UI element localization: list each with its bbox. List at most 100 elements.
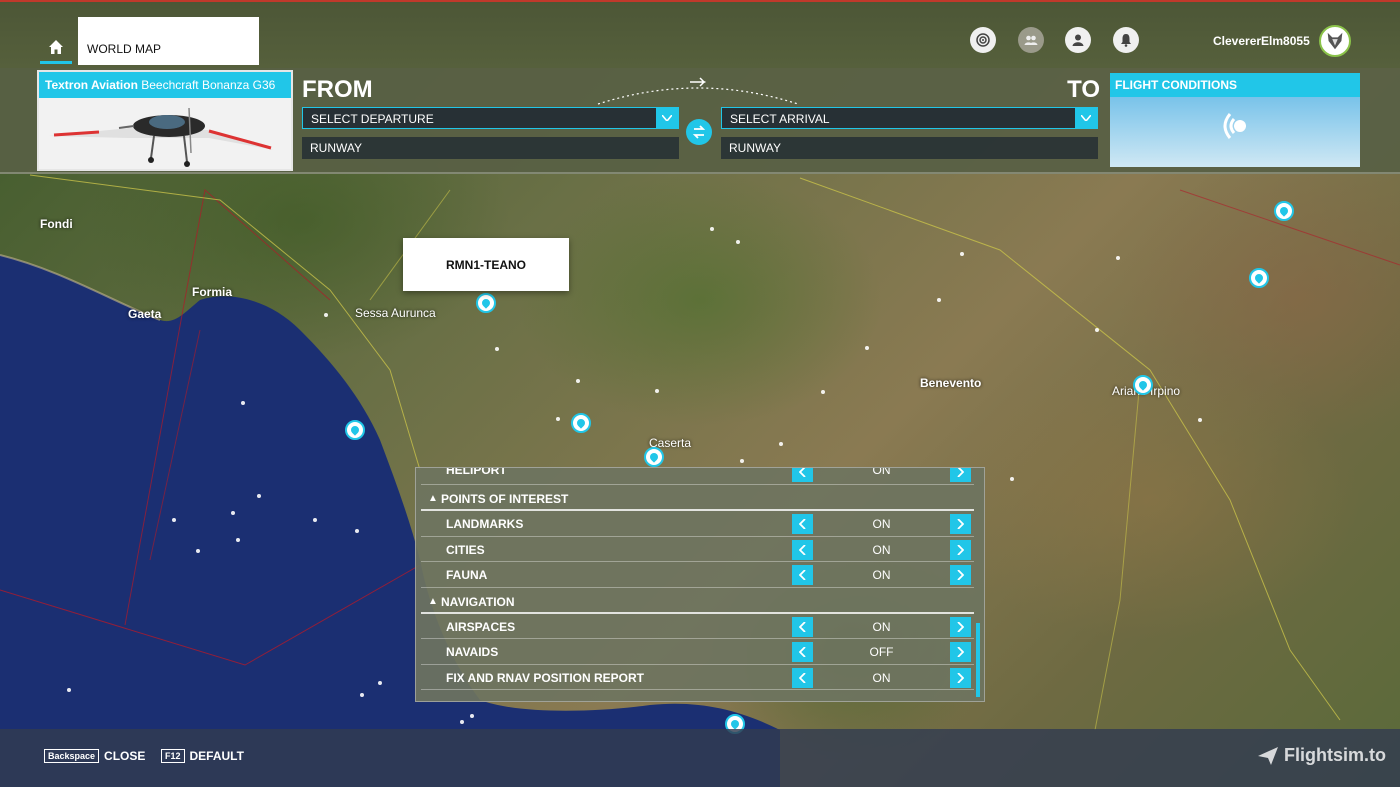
arrival-runway-select[interactable]: RUNWAY (721, 137, 1098, 159)
city-label-benevento: Benevento (920, 376, 982, 390)
option-row-airspaces: AIRSPACES ON (421, 614, 974, 639)
route-arc (597, 77, 799, 105)
chevron-up-icon: ▲ (428, 595, 438, 607)
top-navigation-bar: WORLD MAP ClevererElm8055 (0, 0, 1400, 68)
paper-plane-icon (1258, 746, 1278, 765)
default-button[interactable]: F12 DEFAULT (161, 749, 244, 763)
aircraft-title: Textron Aviation Beechcraft Bonanza G36 (39, 72, 291, 98)
chevron-right-icon[interactable] (950, 539, 971, 560)
chevron-right-icon[interactable] (950, 616, 971, 637)
chevron-right-icon[interactable] (950, 514, 971, 534)
city-label-gaeta: Gaeta (128, 307, 162, 321)
airport-popup[interactable]: RMN1-TEANO (403, 238, 569, 291)
departure-runway-label: RUNWAY (310, 141, 362, 155)
radar-button[interactable] (970, 27, 996, 53)
swap-icon (692, 125, 706, 139)
departure-runway-select[interactable]: RUNWAY (302, 137, 679, 159)
flight-conditions-button[interactable]: FLIGHT CONDITIONS (1110, 73, 1360, 167)
option-label: FAUNA (446, 568, 488, 582)
option-row-heliport: HELIPORT ON (421, 468, 974, 485)
map-pin-icon[interactable] (476, 293, 496, 313)
map-pin-icon[interactable] (1274, 201, 1294, 221)
flight-conditions-title: FLIGHT CONDITIONS (1110, 73, 1360, 97)
option-value: ON (872, 467, 891, 477)
notifications-button[interactable] (1113, 27, 1139, 53)
to-label: TO (1067, 76, 1100, 103)
bottom-hint-bar: Backspace CLOSE F12 DEFAULT Flightsim.to (0, 729, 1400, 787)
key-badge: Backspace (44, 749, 100, 763)
tab-world-map-label: WORLD MAP (87, 42, 162, 56)
home-button[interactable] (40, 32, 72, 64)
map-pin-icon[interactable] (345, 420, 365, 440)
section-header-points-of-interest[interactable]: ▲ POINTS OF INTEREST (421, 485, 974, 511)
city-label-fondi: Fondi (40, 217, 73, 231)
chevron-down-icon[interactable] (1075, 108, 1097, 128)
aircraft-image (39, 98, 291, 169)
map-pin-icon[interactable] (1249, 268, 1269, 288)
chevron-right-icon[interactable] (950, 642, 971, 662)
chevron-left-icon[interactable] (792, 514, 813, 534)
username[interactable]: ClevererElm8055 (1213, 34, 1310, 48)
option-row-fauna: FAUNA ON (421, 562, 974, 588)
close-button[interactable]: Backspace CLOSE (44, 749, 145, 763)
chevron-right-icon[interactable] (950, 468, 971, 482)
option-value: ON (872, 568, 891, 582)
chevron-left-icon[interactable] (792, 539, 813, 560)
arrival-select[interactable]: SELECT ARRIVAL (721, 107, 1098, 129)
section-title: POINTS OF INTEREST (441, 492, 569, 506)
chevron-left-icon[interactable] (792, 565, 813, 585)
map-filters-panel[interactable]: HELIPORT ON ▲ POINTS OF INTEREST LANDMAR… (415, 467, 985, 702)
option-value: ON (872, 619, 891, 634)
departure-select-label: SELECT DEPARTURE (311, 112, 434, 126)
chevron-left-icon[interactable] (792, 667, 813, 688)
chevron-left-icon[interactable] (792, 468, 813, 482)
departure-select[interactable]: SELECT DEPARTURE (302, 107, 679, 129)
map-pin-icon[interactable] (571, 413, 591, 433)
radar-icon (976, 33, 990, 47)
city-label-sessa-aurunca: Sessa Aurunca (355, 306, 436, 320)
panel-scrollbar[interactable] (976, 623, 980, 697)
profile-icon (1072, 34, 1084, 46)
option-value: OFF (869, 645, 894, 659)
close-label: CLOSE (104, 749, 146, 763)
option-label: FIX AND RNAV POSITION REPORT (446, 670, 645, 685)
chevron-left-icon[interactable] (792, 642, 813, 662)
watermark-text: Flightsim.to (1284, 745, 1386, 765)
option-value: ON (872, 542, 891, 557)
option-label: AIRSPACES (446, 619, 516, 634)
chevron-right-icon[interactable] (950, 667, 971, 688)
chevron-up-icon: ▲ (428, 493, 438, 504)
option-value: ON (872, 517, 891, 531)
notifications-icon (1121, 34, 1131, 47)
home-icon (49, 39, 63, 54)
chevron-down-icon[interactable] (656, 108, 678, 128)
avatar[interactable] (1319, 25, 1351, 57)
section-title: NAVIGATION (441, 594, 515, 609)
swap-route-button[interactable] (686, 119, 712, 145)
watermark: Flightsim.to (1257, 745, 1386, 766)
option-value: ON (872, 670, 891, 685)
profile-button[interactable] (1065, 27, 1091, 53)
friends-button[interactable] (1018, 27, 1044, 53)
option-label: CITIES (446, 542, 485, 557)
map-pin-icon[interactable] (1133, 375, 1153, 395)
aircraft-brand: Textron Aviation (45, 78, 138, 92)
route-selector: FROM TO SELECT DEPARTURE RUNWAY SELECT A… (298, 68, 1104, 174)
map-pin-icon[interactable] (644, 447, 664, 467)
friends-icon (1024, 35, 1038, 45)
option-label: LANDMARKS (446, 517, 524, 531)
aircraft-model: Beechcraft Bonanza G36 (141, 78, 276, 92)
wolf-avatar-icon (1327, 32, 1343, 50)
chevron-left-icon[interactable] (792, 616, 813, 637)
flight-planner-panel: Textron Aviation Beechcraft Bonanza G36 … (0, 68, 1400, 174)
option-row-cities: CITIES ON (421, 537, 974, 562)
tab-world-map[interactable]: WORLD MAP (78, 17, 259, 65)
aircraft-selector[interactable]: Textron Aviation Beechcraft Bonanza G36 (37, 70, 293, 171)
option-row-landmarks: LANDMARKS ON (421, 511, 974, 537)
city-label-formia: Formia (192, 285, 233, 299)
weather-icon (1223, 113, 1246, 139)
chevron-right-icon[interactable] (950, 565, 971, 585)
key-badge: F12 (161, 749, 185, 763)
default-label: DEFAULT (189, 749, 244, 763)
section-header-navigation[interactable]: ▲ NAVIGATION (421, 588, 974, 614)
